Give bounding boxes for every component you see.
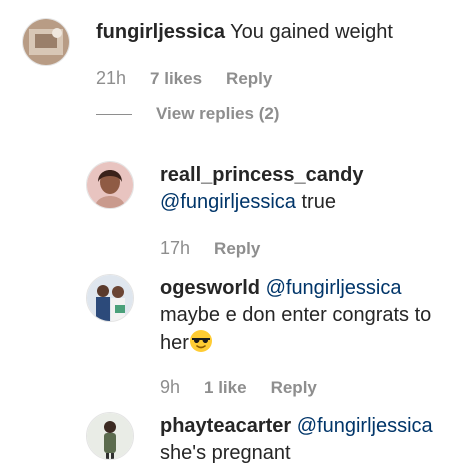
reply-body-continued: her <box>160 329 213 357</box>
view-replies-button[interactable]: View replies (2) <box>96 104 279 124</box>
avatar[interactable] <box>22 18 70 66</box>
mention-link[interactable]: @fungirljessica <box>160 191 296 213</box>
reply-text: ogesworld @fungirljessica <box>160 275 402 302</box>
user-avatar-photo-icon <box>87 275 133 321</box>
reply-button[interactable]: Reply <box>214 239 260 259</box>
reply-username[interactable]: reall_princess_candy <box>160 164 363 186</box>
reply-username[interactable]: ogesworld <box>160 277 260 299</box>
comment-time: 21h <box>96 68 127 88</box>
reply-body: @fungirljessica true <box>160 189 336 216</box>
comment-item: fungirljessica You gained weight 21h 7 l… <box>0 0 467 130</box>
sunglasses-emoji-icon <box>189 329 213 353</box>
comment-text: fungirljessica You gained weight <box>96 19 393 46</box>
comment-body: You gained weight <box>230 21 393 43</box>
reply-text: phayteacarter @fungirljessica <box>160 413 433 440</box>
avatar[interactable] <box>86 274 134 322</box>
reply-body-text: true <box>295 191 336 213</box>
mention-link[interactable]: @fungirljessica <box>297 415 433 437</box>
user-avatar-photo-icon <box>87 413 133 459</box>
comment-meta: 21h 7 likes Reply <box>96 68 272 89</box>
view-replies-label: View replies (2) <box>156 104 280 123</box>
view-replies-divider <box>96 113 132 115</box>
mention-link[interactable]: @fungirljessica <box>266 277 402 299</box>
avatar[interactable] <box>86 161 134 209</box>
reply-body-text: her <box>160 332 189 354</box>
reply-meta: 9h 1 like Reply <box>160 377 317 398</box>
likes-count[interactable]: 1 like <box>204 378 247 398</box>
reply-button[interactable]: Reply <box>271 378 317 398</box>
avatar[interactable] <box>86 412 134 460</box>
reply-time: 17h <box>160 238 191 258</box>
reply-username[interactable]: phayteacarter <box>160 415 291 437</box>
reply-text: reall_princess_candy <box>160 162 363 189</box>
likes-count[interactable]: 7 likes <box>150 69 202 89</box>
reply-button[interactable]: Reply <box>226 69 272 89</box>
comment-username[interactable]: fungirljessica <box>96 21 225 43</box>
reply-item: ogesworld @fungirljessica maybe e don en… <box>0 268 467 403</box>
user-avatar-photo-icon <box>23 19 69 65</box>
reply-body: maybe e don enter congrats to <box>160 304 432 326</box>
reply-item: phayteacarter @fungirljessica she's preg… <box>0 406 467 475</box>
user-avatar-photo-icon <box>87 162 133 208</box>
reply-item: reall_princess_candy @fungirljessica tru… <box>0 155 467 265</box>
reply-time: 9h <box>160 377 181 397</box>
reply-body: she's pregnant <box>160 442 291 464</box>
reply-meta: 17h Reply <box>160 238 260 259</box>
